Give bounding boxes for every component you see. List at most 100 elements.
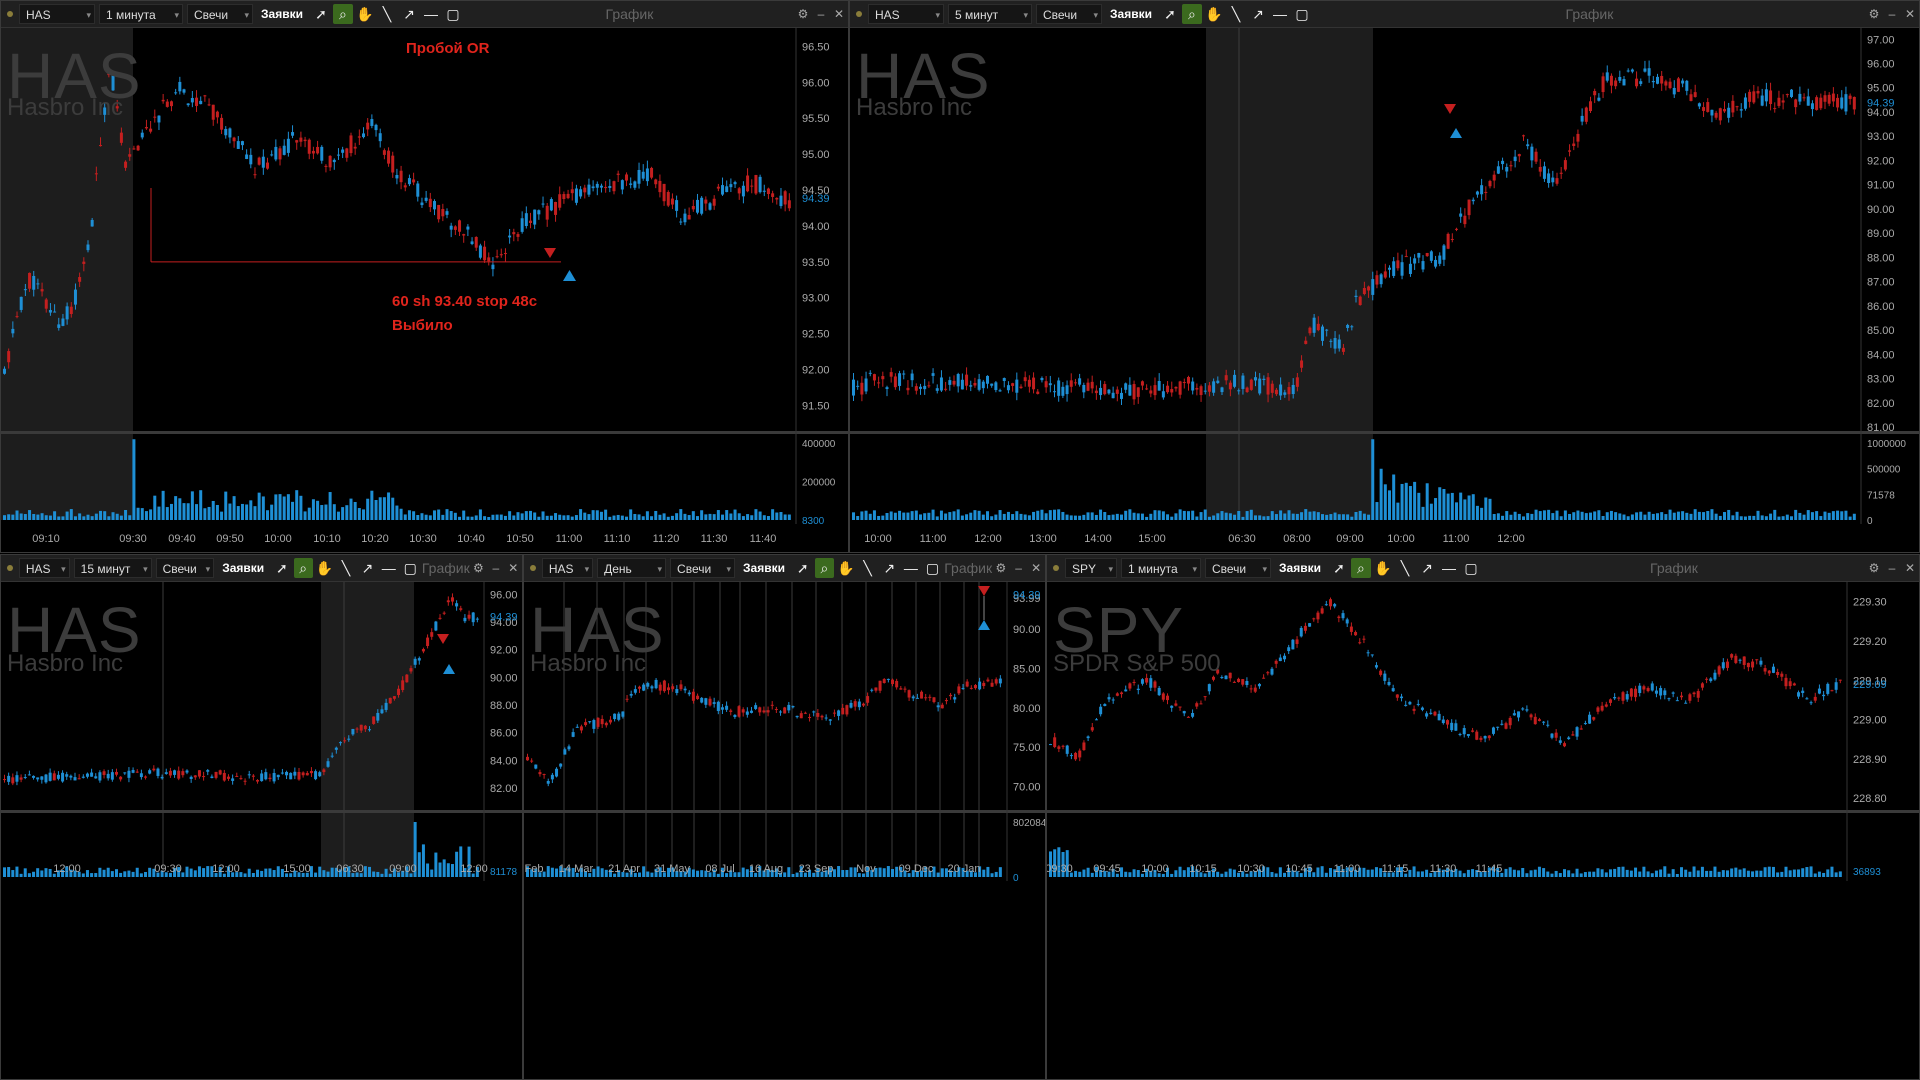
hand-tool-icon[interactable]: ✋ — [836, 558, 856, 578]
orders-toggle[interactable]: Заявки — [218, 561, 268, 575]
chart-type-select[interactable]: Свечи ▾ — [1205, 558, 1271, 578]
rectangle-tool-icon[interactable]: ▢ — [400, 558, 419, 578]
sell-marker-icon — [978, 586, 990, 596]
candle-body — [1717, 666, 1721, 675]
interval-select[interactable]: 1 минута ▾ — [99, 4, 183, 24]
interval-select[interactable]: 15 минут ▾ — [73, 558, 152, 578]
chart-type-select[interactable]: Свечи ▾ — [1036, 4, 1102, 24]
cursor-tool-icon[interactable]: ➚ — [793, 558, 813, 578]
candle-body — [1576, 133, 1580, 142]
orders-toggle[interactable]: Заявки — [1106, 7, 1156, 21]
link-dot-icon[interactable] — [856, 11, 862, 17]
orders-toggle[interactable]: Заявки — [257, 7, 307, 21]
minimize-icon[interactable]: – — [1010, 561, 1028, 575]
arrow-tool-icon[interactable]: ↗ — [1417, 558, 1437, 578]
volume-bar — [416, 515, 420, 520]
price-chart[interactable]: 97.0096.0095.0094.0093.0092.0091.0090.00… — [850, 28, 1920, 553]
symbol-field[interactable]: HAS ▾ — [868, 4, 944, 24]
cursor-tool-icon[interactable]: ➚ — [272, 558, 291, 578]
settings-gear-icon[interactable]: ⚙ — [992, 561, 1010, 575]
line-tool-icon[interactable]: ╲ — [1395, 558, 1415, 578]
line-tool-icon[interactable]: ╲ — [336, 558, 355, 578]
hline-tool-icon[interactable]: — — [1439, 558, 1459, 578]
chart-type-select[interactable]: Свечи ▾ — [187, 4, 253, 24]
symbol-field[interactable]: HAS ▾ — [19, 4, 95, 24]
zoom-tool-icon[interactable]: ⌕ — [332, 4, 353, 24]
rectangle-tool-icon[interactable]: ▢ — [1292, 4, 1312, 24]
close-icon[interactable]: ✕ — [1027, 561, 1045, 575]
rectangle-tool-icon[interactable]: ▢ — [443, 4, 463, 24]
hline-tool-icon[interactable]: — — [379, 558, 398, 578]
time-tick-label: 11:00 — [1334, 863, 1361, 875]
minimize-icon[interactable]: – — [487, 561, 504, 575]
volume-bar — [952, 511, 956, 520]
minimize-icon[interactable]: – — [1883, 561, 1901, 575]
arrow-tool-icon[interactable]: ↗ — [399, 4, 419, 24]
hand-tool-icon[interactable]: ✋ — [315, 558, 334, 578]
link-dot-icon[interactable] — [1053, 565, 1059, 571]
close-icon[interactable]: ✕ — [1901, 561, 1919, 575]
hand-tool-icon[interactable]: ✋ — [1373, 558, 1393, 578]
cursor-tool-icon[interactable]: ➚ — [1329, 558, 1349, 578]
chart-type-select[interactable]: Свечи ▾ — [155, 558, 215, 578]
interval-select[interactable]: 1 минута ▾ — [1121, 558, 1201, 578]
symbol-field[interactable]: HAS ▾ — [541, 558, 594, 578]
candle-body — [762, 190, 766, 192]
line-tool-icon[interactable]: ╲ — [1226, 4, 1246, 24]
close-icon[interactable]: ✕ — [830, 7, 848, 21]
chart-plot[interactable]: 97.00 96.00 95.00 94.00 93.00 92.00 91.00 90.00… — [850, 28, 1920, 553]
close-icon[interactable]: ✕ — [1901, 7, 1919, 21]
cursor-tool-icon[interactable]: ➚ — [1160, 4, 1180, 24]
link-dot-icon[interactable] — [7, 11, 13, 17]
settings-gear-icon[interactable]: ⚙ — [794, 7, 812, 21]
arrow-tool-icon[interactable]: ↗ — [1248, 4, 1268, 24]
volume-bar — [1629, 870, 1633, 877]
zoom-tool-icon[interactable]: ⌕ — [814, 558, 835, 578]
candle-body — [1245, 387, 1249, 393]
candle-body — [318, 772, 322, 777]
candle-body — [1329, 340, 1333, 342]
cursor-tool-icon[interactable]: ➚ — [311, 4, 331, 24]
chart-type-select[interactable]: Свечи ▾ — [670, 558, 736, 578]
chart-plot[interactable]: 93.99 90.00 85.00 80.00 75.00 70.00 94.39 80208… — [524, 582, 1045, 1079]
line-tool-icon[interactable]: ╲ — [377, 4, 397, 24]
line-tool-icon[interactable]: ╲ — [858, 558, 878, 578]
rectangle-tool-icon[interactable]: ▢ — [923, 558, 943, 578]
hline-tool-icon[interactable]: — — [421, 4, 441, 24]
hand-tool-icon[interactable]: ✋ — [1204, 4, 1224, 24]
volume-bar — [363, 866, 367, 877]
arrow-tool-icon[interactable]: ↗ — [358, 558, 377, 578]
volume-bar — [1019, 513, 1023, 520]
minimize-icon[interactable]: – — [812, 7, 830, 21]
candle-body — [256, 779, 260, 782]
minimize-icon[interactable]: – — [1883, 7, 1901, 21]
orders-toggle[interactable]: Заявки — [1275, 561, 1325, 575]
zoom-tool-icon[interactable]: ⌕ — [1181, 4, 1202, 24]
chart-plot[interactable]: 229.30 229.20 229.10 229.00 228.90 228.80 229.… — [1047, 582, 1919, 1079]
chart-plot[interactable]: 96.00 94.00 92.00 90.00 88.00 86.00 84.00 82.00… — [1, 582, 522, 1079]
zoom-tool-icon[interactable]: ⌕ — [1350, 558, 1371, 578]
link-dot-icon[interactable] — [530, 565, 536, 571]
symbol-field[interactable]: SPY ▾ — [1065, 558, 1117, 578]
settings-gear-icon[interactable]: ⚙ — [470, 561, 487, 575]
hline-tool-icon[interactable]: — — [901, 558, 921, 578]
settings-gear-icon[interactable]: ⚙ — [1865, 561, 1883, 575]
close-icon[interactable]: ✕ — [505, 561, 522, 575]
candle-body — [994, 679, 998, 684]
arrow-tool-icon[interactable]: ↗ — [879, 558, 899, 578]
candle-body — [1487, 735, 1491, 739]
interval-select[interactable]: 5 минут ▾ — [948, 4, 1032, 24]
rectangle-tool-icon[interactable]: ▢ — [1461, 558, 1481, 578]
hline-tool-icon[interactable]: — — [1270, 4, 1290, 24]
time-tick-label: 10:50 — [506, 533, 534, 545]
symbol-field[interactable]: HAS ▾ — [18, 558, 70, 578]
candle-body — [1379, 274, 1383, 285]
settings-gear-icon[interactable]: ⚙ — [1865, 7, 1883, 21]
interval-select[interactable]: День ▾ — [597, 558, 667, 578]
orders-toggle[interactable]: Заявки — [739, 561, 789, 575]
zoom-tool-icon[interactable]: ⌕ — [293, 558, 313, 578]
candle-body — [232, 137, 236, 142]
hand-tool-icon[interactable]: ✋ — [355, 4, 375, 24]
link-dot-icon[interactable] — [7, 565, 13, 571]
chart-plot[interactable]: 96.50 96.00 95.50 95.00 94.50 94.00 93.50 93.00… — [1, 28, 848, 552]
